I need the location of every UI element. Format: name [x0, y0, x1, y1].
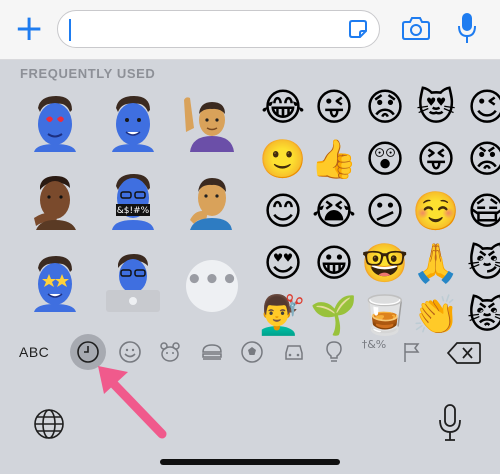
- emoji-key[interactable]: 😲: [360, 134, 410, 184]
- flag-icon[interactable]: [400, 340, 424, 364]
- emoji-key[interactable]: 😍: [258, 238, 308, 288]
- message-input-bar: +: [0, 0, 500, 60]
- svg-text:&$!#%: &$!#%: [117, 206, 150, 216]
- emoji-key[interactable]: 😭: [309, 186, 359, 236]
- sticker-icon[interactable]: [348, 19, 368, 39]
- dictation-microphone-icon[interactable]: [438, 404, 462, 442]
- emoji-key[interactable]: 😻: [411, 82, 461, 132]
- emoji-key[interactable]: 🤓: [360, 238, 410, 288]
- emoji-key[interactable]: ☺️: [411, 186, 461, 236]
- memoji-thinking-dark-sticker[interactable]: [26, 170, 84, 230]
- memoji-heart-eyes-sticker[interactable]: [26, 92, 84, 152]
- memoji-censored-sticker[interactable]: &$!#%: [104, 170, 162, 230]
- pink-pointer-arrow-annotation: [98, 366, 167, 439]
- emoji-key[interactable]: 🥃: [360, 290, 410, 340]
- emoji-key[interactable]: 😜: [309, 82, 359, 132]
- abc-keyboard-button[interactable]: ABC: [19, 344, 49, 360]
- globe-icon[interactable]: [33, 408, 65, 440]
- memoji-thinking-sticker[interactable]: [180, 170, 238, 230]
- more-stickers-button[interactable]: •••: [186, 260, 238, 312]
- emoji-key[interactable]: 😝: [411, 134, 461, 184]
- memoji-laptop-sticker[interactable]: [104, 252, 162, 312]
- emoji-key[interactable]: 😉: [462, 82, 500, 132]
- emoji-key[interactable]: 😷: [462, 186, 500, 236]
- frequently-used-heading: FREQUENTLY USED: [20, 66, 156, 81]
- emoji-key[interactable]: 💇‍♂️: [258, 290, 308, 340]
- home-indicator: [160, 459, 340, 465]
- ball-icon[interactable]: [240, 340, 264, 364]
- memoji-raised-hand-sticker[interactable]: [180, 92, 238, 152]
- emoji-key[interactable]: 🙏: [411, 238, 461, 288]
- bulb-icon[interactable]: [322, 340, 346, 364]
- car-icon[interactable]: [282, 340, 306, 364]
- emoji-key[interactable]: 👏: [411, 290, 461, 340]
- memoji-star-eyes-sticker[interactable]: [26, 252, 84, 312]
- message-input[interactable]: [57, 10, 380, 48]
- delete-backspace-icon[interactable]: [447, 342, 481, 364]
- emoji-key[interactable]: 😼: [462, 238, 500, 288]
- emoji-key[interactable]: 😕: [360, 186, 410, 236]
- emoji-key[interactable]: 😊: [258, 186, 308, 236]
- microphone-icon[interactable]: [458, 12, 476, 44]
- memoji-smile-sticker[interactable]: [104, 92, 162, 152]
- emoji-key[interactable]: 😟: [360, 82, 410, 132]
- symbols-icon[interactable]: †&%: [360, 338, 388, 366]
- text-cursor: [69, 19, 71, 41]
- food-icon[interactable]: [200, 340, 224, 364]
- emoji-key[interactable]: 😀: [309, 238, 359, 288]
- emoji-key[interactable]: 👍: [309, 134, 359, 184]
- emoji-key[interactable]: 🙂: [258, 134, 308, 184]
- add-attachment-button[interactable]: +: [14, 9, 44, 49]
- camera-icon[interactable]: [402, 15, 430, 41]
- emoji-key[interactable]: 😡: [462, 134, 500, 184]
- emoji-key[interactable]: 🌱: [309, 290, 359, 340]
- emoji-key[interactable]: 😾: [462, 290, 500, 340]
- emoji-key[interactable]: 😂: [258, 82, 308, 132]
